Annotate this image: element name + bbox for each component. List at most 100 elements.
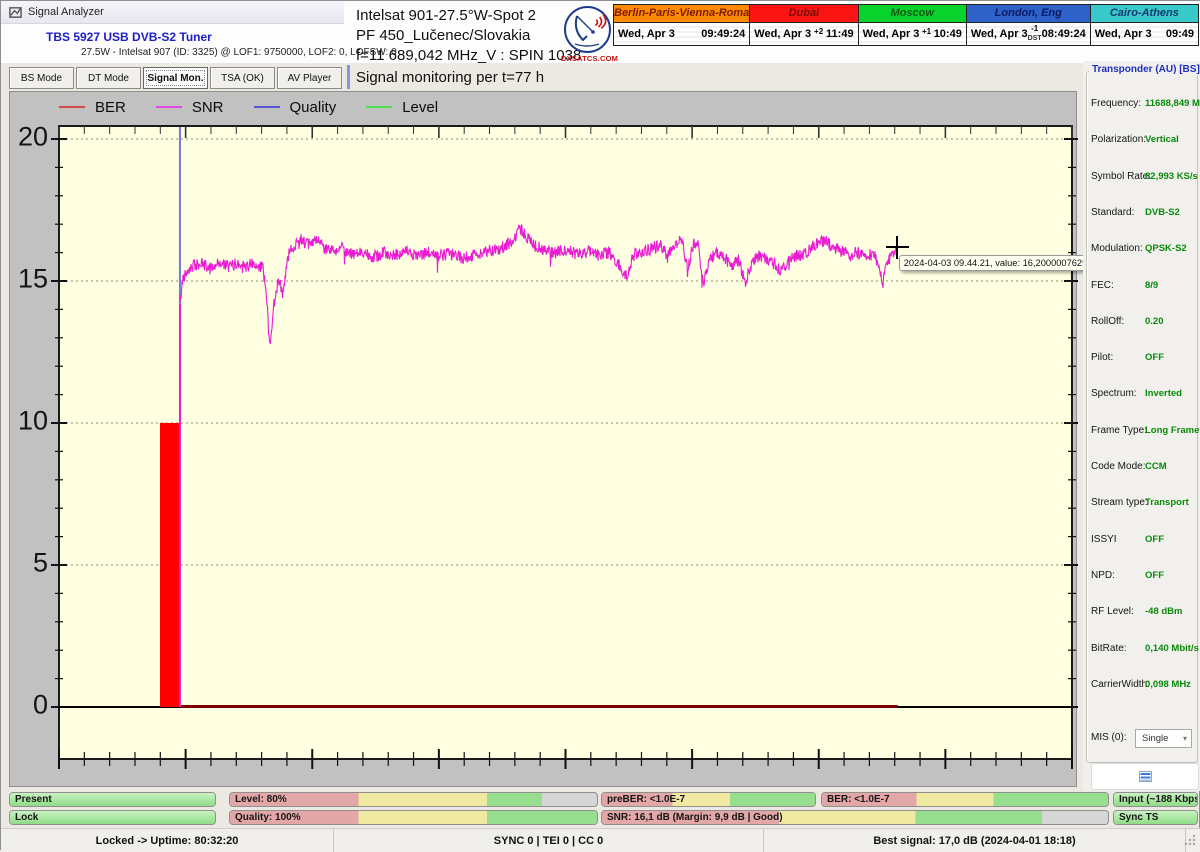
tab-bs-mode[interactable]: BS Mode bbox=[9, 67, 74, 89]
indicator-ber: BER: <1.0E-7 bbox=[821, 792, 1109, 807]
indicator-label: BER: <1.0E-7 bbox=[827, 793, 890, 806]
transport-list-button[interactable] bbox=[1091, 763, 1199, 790]
transponder-label: NPD: bbox=[1091, 570, 1115, 581]
satellite-dish-icon bbox=[564, 6, 611, 53]
transponder-row-frequency-: Frequency:11688,849 MHz bbox=[1083, 98, 1200, 112]
statusbar-section-0: Locked -> Uptime: 80:32:20 bbox=[1, 829, 334, 852]
transponder-label: Standard: bbox=[1091, 207, 1134, 218]
transponder-row-npd-: NPD:OFF bbox=[1083, 570, 1200, 584]
clock-date: Wed, Apr 3 bbox=[971, 28, 1028, 40]
indicator-level: Level: 80% bbox=[229, 792, 598, 807]
tab-av-player[interactable]: AV Player bbox=[277, 67, 342, 89]
transponder-label: Frame Type: bbox=[1091, 425, 1147, 436]
clock-dubai: DubaiWed, Apr 3+211:49 bbox=[750, 4, 858, 46]
clock-offset-value: +1 bbox=[922, 27, 931, 36]
transponder-value: Transport bbox=[1145, 497, 1189, 508]
dxsatcs-logo: DXSATCS.COM bbox=[561, 6, 613, 66]
clock-time: 10:49 bbox=[934, 28, 962, 40]
indicator-label: preBER: <1.0E-7 bbox=[607, 793, 685, 806]
transponder-row-polarization-: Polarization:Vertical bbox=[1083, 134, 1200, 148]
transponder-label: Symbol Rate: bbox=[1091, 171, 1151, 182]
transponder-value: 8/9 bbox=[1145, 280, 1158, 291]
indicator-label: Lock bbox=[15, 811, 38, 824]
mis-label: MIS (0): bbox=[1091, 732, 1127, 743]
target-satellite: Intelsat 901-27.5°W-Spot 2 bbox=[356, 6, 581, 26]
transponder-row-stream-type-: Stream type:Transport bbox=[1083, 497, 1200, 511]
clock-utc-offset: +1 bbox=[919, 28, 933, 40]
device-subtitle: 27.5W - Intelsat 907 (ID: 3325) @ LOF1: … bbox=[81, 47, 397, 58]
clock-date: Wed, Apr 3 bbox=[618, 28, 675, 40]
transponder-row-code-mode-: Code Mode:CCM bbox=[1083, 461, 1200, 475]
transponder-value: 0,098 MHz bbox=[1145, 679, 1191, 690]
transponder-row-frame-type-: Frame Type:Long Frame bbox=[1083, 425, 1200, 439]
transponder-row-carrierwidth-: CarrierWidth:0,098 MHz bbox=[1083, 679, 1200, 693]
clock-moscow: MoscowWed, Apr 3+110:49 bbox=[859, 4, 967, 46]
mis-dropdown[interactable]: Single ▾ bbox=[1135, 729, 1192, 748]
tab-tsa-ok-[interactable]: TSA (OK) bbox=[210, 67, 275, 89]
mis-value: Single bbox=[1142, 733, 1168, 744]
transponder-row-modulation-: Modulation:QPSK-S2 bbox=[1083, 243, 1200, 257]
clock-date: Wed, Apr 3 bbox=[754, 28, 811, 40]
transponder-label: FEC: bbox=[1091, 280, 1114, 291]
transponder-row-bitrate-: BitRate: 0,140 Mbit/s bbox=[1083, 643, 1200, 657]
indicator-input-kbps-: Input (~188 Kbps) bbox=[1113, 792, 1198, 807]
tab-signal-mon-[interactable]: Signal Mon. bbox=[143, 67, 208, 89]
transponder-value: -48 dBm bbox=[1145, 606, 1182, 617]
statusbar-section-2: Best signal: 17,0 dB (2024-04-01 18:18) bbox=[764, 829, 1186, 852]
transponder-value: OFF bbox=[1145, 534, 1164, 545]
transponder-row-symbol-rate-: Symbol Rate:82,993 KS/s bbox=[1083, 171, 1200, 185]
transponder-value: DVB-S2 bbox=[1145, 207, 1180, 218]
transponder-label: ISSYI bbox=[1091, 534, 1117, 545]
indicator-preber: preBER: <1.0E-7 bbox=[601, 792, 816, 807]
transponder-label: Stream type: bbox=[1091, 497, 1148, 508]
transponder-label: Code Mode: bbox=[1091, 461, 1145, 472]
transponder-label: CarrierWidth: bbox=[1091, 679, 1150, 690]
transponder-value: Vertical bbox=[1145, 134, 1179, 145]
transponder-label: RF Level: bbox=[1091, 606, 1134, 617]
transponder-value: Inverted bbox=[1145, 388, 1182, 399]
signal-analyzer-window: Signal Analyzer TBS 5927 USB DVB-S2 Tune… bbox=[0, 0, 1200, 850]
list-icon bbox=[1139, 771, 1152, 782]
signal-monitoring-chart[interactable]: BERSNRQualityLevel 20151050 2024-04-03 0… bbox=[9, 91, 1077, 787]
plot-background bbox=[59, 126, 1072, 759]
monitoring-title: Signal monitoring per t=77 h bbox=[356, 69, 544, 86]
indicator-label: Input (~188 Kbps) bbox=[1119, 793, 1198, 806]
indicator-snr: SNR: 16,1 dB (Margin: 9,9 dB | Good) bbox=[601, 810, 1109, 825]
clock-time-row: Wed, Apr 3+211:49 bbox=[750, 23, 857, 45]
clock-time: 08:49:24 bbox=[1042, 28, 1086, 40]
indicator-label: Present bbox=[15, 793, 52, 806]
clock-time-row: Wed, Apr 3+110:49 bbox=[859, 23, 966, 45]
transponder-value: 0,140 Mbit/s bbox=[1145, 643, 1199, 654]
indicator-lock: Lock bbox=[9, 810, 216, 825]
transponder-row-pilot-: Pilot:OFF bbox=[1083, 352, 1200, 366]
target-location: PF 450_Lučenec/Slovakia bbox=[356, 26, 581, 46]
chevron-down-icon: ▾ bbox=[1183, 734, 1187, 743]
world-clocks: Berlin-Paris-Vienna-RomaWed, Apr 309:49:… bbox=[613, 4, 1199, 46]
transponder-label: BitRate: bbox=[1091, 643, 1127, 654]
status-bar: Locked -> Uptime: 80:32:20SYNC 0 | TEI 0… bbox=[1, 828, 1200, 852]
clock-offset-value: -1 bbox=[1031, 24, 1038, 33]
clock-time: 11:49 bbox=[826, 28, 854, 40]
clock-cairo-athens: Cairo-AthensWed, Apr 309:49 bbox=[1091, 4, 1199, 46]
clock-city-label: Moscow bbox=[859, 5, 966, 23]
clock-time-row: Wed, Apr 3-1 DST08:49:24 bbox=[967, 23, 1090, 45]
tab-dt-mode[interactable]: DT Mode bbox=[76, 67, 141, 89]
indicator-label: SNR: 16,1 dB (Margin: 9,9 dB | Good) bbox=[607, 811, 783, 824]
transponder-row-standard-: Standard: DVB-S2 bbox=[1083, 207, 1200, 221]
clock-offset-dst: DST bbox=[1028, 35, 1042, 43]
clock-berlin-paris-vienna-roma: Berlin-Paris-Vienna-RomaWed, Apr 309:49:… bbox=[613, 4, 750, 46]
clock-city-label: Dubai bbox=[750, 5, 857, 23]
clock-utc-offset: -1 DST bbox=[1028, 25, 1042, 43]
clock-city-label: Cairo-Athens bbox=[1091, 5, 1198, 23]
transponder-value: 0.20 bbox=[1145, 316, 1164, 327]
resize-grip[interactable] bbox=[1183, 833, 1197, 847]
statusbar-section-1: SYNC 0 | TEI 0 | CC 0 bbox=[334, 829, 764, 852]
target-frequency: f=11 689,042 MHz_V : SPIN 1038 bbox=[356, 46, 581, 66]
splitter-handle[interactable] bbox=[347, 65, 350, 89]
indicator-label: Level: 80% bbox=[235, 793, 287, 806]
plot-area[interactable] bbox=[10, 92, 1078, 788]
target-info: Intelsat 901-27.5°W-Spot 2 PF 450_Lučene… bbox=[356, 6, 581, 66]
transponder-label: RollOff: bbox=[1091, 316, 1124, 327]
transponder-label: Spectrum: bbox=[1091, 388, 1137, 399]
indicator-present: Present bbox=[9, 792, 216, 807]
